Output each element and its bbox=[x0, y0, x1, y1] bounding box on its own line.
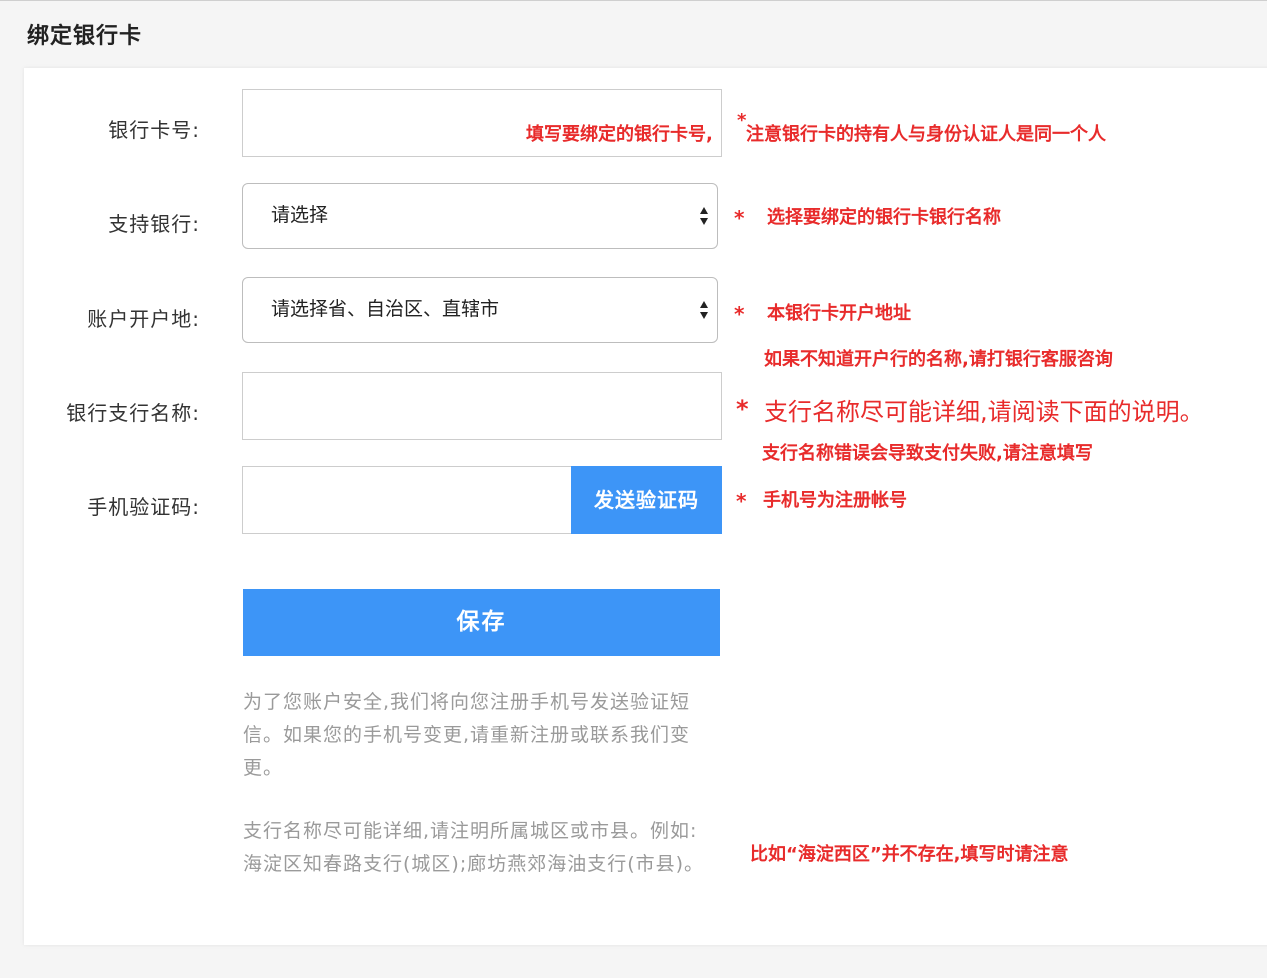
region-select-value: 请选择省、自治区、直辖市 bbox=[271, 298, 500, 320]
bank-note-star: * bbox=[734, 206, 745, 230]
page-title: 绑定银行卡 bbox=[27, 24, 143, 49]
branch-note: 支行名称尽可能详细,请阅读下面的说明。 bbox=[764, 398, 1204, 426]
sms-code-label: 手机验证码: bbox=[87, 495, 200, 519]
card-note-star: * bbox=[737, 110, 747, 131]
save-button[interactable]: 保存 bbox=[243, 589, 720, 656]
bank-select-value: 请选择 bbox=[271, 204, 329, 226]
region-select[interactable]: 请选择省、自治区、直辖市 bbox=[242, 277, 718, 343]
bank-note: 选择要绑定的银行卡银行名称 bbox=[767, 207, 1001, 228]
security-info-text: 为了您账户安全,我们将向您注册手机号发送验证短信。如果您的手机号变更,请重新注册… bbox=[243, 691, 691, 779]
send-code-button[interactable]: 发送验证码 bbox=[571, 466, 722, 534]
chevron-up-down-icon bbox=[700, 207, 708, 225]
branch-label: 银行支行名称: bbox=[66, 401, 200, 425]
top-divider bbox=[0, 0, 1267, 1]
example-note: 比如“海淀西区”并不存在,填写时请注意 bbox=[750, 844, 1069, 865]
card-note-b: 注意银行卡的持有人与身份认证人是同一个人 bbox=[746, 124, 1106, 145]
branch-note-star: * bbox=[736, 395, 749, 423]
bank-label: 支持银行: bbox=[108, 212, 200, 236]
region-note-star: * bbox=[734, 302, 745, 326]
sms-code-input[interactable] bbox=[242, 466, 572, 534]
branch-note-2: 支行名称错误会导致支付失败,请注意填写 bbox=[762, 443, 1093, 464]
card-note-a: 填写要绑定的银行卡号, bbox=[526, 124, 713, 145]
region-note-2: 如果不知道开户行的名称,请打银行客服咨询 bbox=[764, 349, 1113, 370]
card-number-label: 银行卡号: bbox=[108, 118, 200, 142]
chevron-up-down-icon bbox=[700, 301, 708, 319]
branch-info-text: 支行名称尽可能详细,请注明所属城区或市县。例如:海淀区知春路支行(城区);廊坊燕… bbox=[243, 820, 705, 875]
region-label: 账户开户地: bbox=[87, 307, 200, 331]
sms-note-star: * bbox=[736, 489, 747, 513]
region-note: 本银行卡开户地址 bbox=[767, 303, 911, 324]
sms-note: 手机号为注册帐号 bbox=[763, 490, 907, 511]
bank-select[interactable]: 请选择 bbox=[242, 183, 718, 249]
branch-name-input[interactable] bbox=[242, 372, 722, 440]
